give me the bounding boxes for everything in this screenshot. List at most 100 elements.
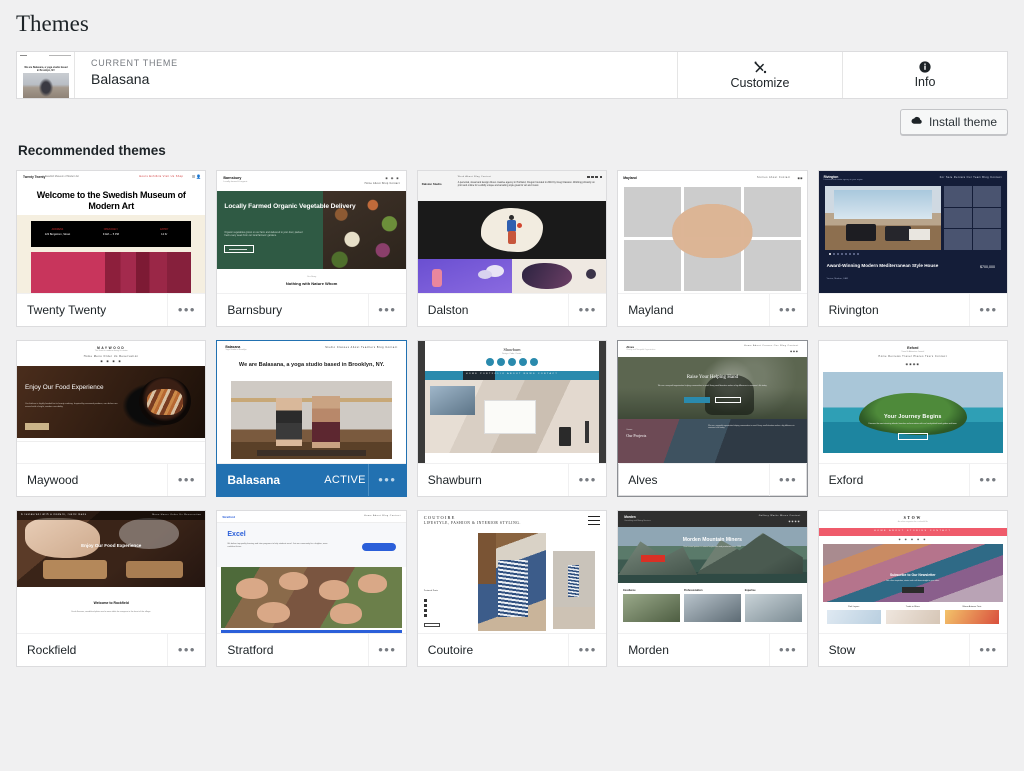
- theme-card-barnsbury[interactable]: Barnsbury Locally farmed & organic ◉ ◉ ◉…: [216, 170, 406, 327]
- preview-headline: Enjoy Our Food Experience: [25, 384, 129, 392]
- preview-tagline: Design. Code. Create.: [425, 353, 599, 355]
- theme-card-exford[interactable]: Exford Travel & Adventure Journal Home R…: [818, 340, 1008, 497]
- theme-actions-button[interactable]: •••: [167, 294, 205, 326]
- theme-actions-button[interactable]: •••: [969, 464, 1007, 496]
- preview-headline: Raise Your Helping Hand: [618, 375, 806, 380]
- preview-social-icons: [424, 599, 427, 619]
- info-button-label: Info: [915, 75, 936, 89]
- preview-tagline: An online magazine for a colourful life: [819, 521, 1007, 523]
- theme-screenshot: Barnsbury Locally farmed & organic ◉ ◉ ◉…: [217, 171, 405, 294]
- preview-logo: Shawburn: [425, 347, 599, 352]
- preview-body: Get colour inspiration, stories and craf…: [839, 580, 987, 582]
- current-theme-screenshot-headline: We are Balasana, a yoga studio based in …: [23, 66, 69, 72]
- page-title: Themes: [16, 0, 1008, 51]
- preview-body: We are a nonprofit organization helping …: [640, 385, 784, 388]
- theme-card-shawburn[interactable]: Shawburn Design. Code. Create. HOME PORT…: [417, 340, 607, 497]
- theme-card-stratford[interactable]: Stratford Home About Blog Contact Excel …: [216, 510, 406, 667]
- theme-footer: Barnsbury •••: [217, 294, 405, 326]
- preview-tagline: Consulting and Mining Services: [624, 520, 650, 522]
- preview-body: Our kitchen is highly lauded for its hea…: [25, 403, 119, 409]
- preview-logo: Stratford: [222, 515, 235, 519]
- theme-grid: Twenty Twenty Swedish Museum of Modern A…: [16, 170, 1008, 667]
- preview-social-icons: [425, 358, 599, 366]
- theme-screenshot: A restaurant with a modern, rustic menu …: [17, 511, 205, 634]
- preview-menu: Gallery Works Mines Contact: [759, 515, 801, 517]
- theme-actions-button[interactable]: •••: [167, 464, 205, 496]
- preview-footer-label: Our Story: [217, 276, 405, 278]
- preview-column-title: Warm Autumn Tints: [945, 606, 999, 608]
- theme-card-maywood[interactable]: MAYWOOD The finest in modern dining & cu…: [16, 340, 206, 497]
- preview-headline: Locally Farmed Organic Vegetable Deliver…: [224, 203, 405, 211]
- theme-actions-button[interactable]: •••: [969, 634, 1007, 666]
- theme-card-rockfield[interactable]: A restaurant with a modern, rustic menu …: [16, 510, 206, 667]
- theme-card-rivington[interactable]: Rivington Licensed real estate agency in…: [818, 170, 1008, 327]
- current-theme-actions: Customize Info: [677, 52, 1007, 98]
- theme-card-twenty-twenty[interactable]: Twenty Twenty Swedish Museum of Modern A…: [16, 170, 206, 327]
- preview-column-title: Trade in Blues: [886, 606, 940, 608]
- theme-screenshot: Dalston Studio Work About Blog Contact A…: [418, 171, 606, 294]
- preview-tagline: Locally farmed & organic: [223, 181, 247, 183]
- customize-button[interactable]: Customize: [677, 52, 842, 98]
- preview-tagline: Travel & Adventure Journal: [819, 351, 1007, 353]
- preview-button: [224, 245, 254, 253]
- theme-footer: Coutoire •••: [418, 634, 606, 666]
- theme-actions-button[interactable]: •••: [769, 464, 807, 496]
- preview-headline: Excel: [227, 531, 245, 538]
- current-theme-screenshot[interactable]: We are Balasana, a yoga studio based in …: [17, 52, 75, 98]
- theme-actions-button[interactable]: •••: [568, 634, 606, 666]
- theme-screenshot: Twenty Twenty Swedish Museum of Modern A…: [17, 171, 205, 294]
- preview-icons: [587, 176, 602, 179]
- theme-name: Balasana: [227, 473, 324, 487]
- theme-card-mayland[interactable]: Mayland Stories About Contact ◉◉ Mayland…: [617, 170, 807, 327]
- preview-logo: Exford: [819, 346, 1007, 350]
- theme-actions-button[interactable]: •••: [568, 464, 606, 496]
- preview-menu: Hours Exhibits Visit Us Shop: [139, 175, 183, 178]
- theme-actions-button[interactable]: •••: [769, 294, 807, 326]
- preview-button: [362, 543, 396, 551]
- theme-card-stow[interactable]: STOW An online magazine for a colourful …: [818, 510, 1008, 667]
- preview-headline: Morden Mountain Miners: [618, 537, 806, 543]
- theme-screenshot: Stratford Home About Blog Contact Excel …: [217, 511, 405, 634]
- preview-icons: ☰ 👤: [192, 174, 202, 179]
- preview-button: [898, 433, 928, 440]
- theme-actions-button[interactable]: •••: [769, 634, 807, 666]
- install-theme-button[interactable]: Install theme: [900, 109, 1008, 135]
- preview-body: Your trusted partner in mineral explorat…: [638, 546, 786, 548]
- preview-menu: Home About Blog Contact: [364, 515, 401, 517]
- theme-card-morden[interactable]: Morden Consulting and Mining Services Ga…: [617, 510, 807, 667]
- current-theme-name: Balasana: [91, 70, 677, 89]
- theme-card-balasana[interactable]: Balasana Yoga Studio in Brooklyn Studio …: [216, 340, 406, 497]
- preview-social-icons: ◉◉: [797, 176, 802, 180]
- info-button[interactable]: Info: [842, 52, 1007, 98]
- preview-button: [25, 423, 49, 430]
- active-badge: ACTIVE: [324, 474, 366, 486]
- preview-button: [902, 587, 924, 593]
- preview-price: $700,000: [980, 265, 995, 269]
- install-theme-row: Install theme: [16, 99, 1008, 143]
- theme-actions-button[interactable]: •••: [568, 294, 606, 326]
- theme-actions-button[interactable]: •••: [969, 294, 1007, 326]
- preview-column-title: Professionalism: [684, 589, 741, 592]
- preview-logo: STOW: [819, 515, 1007, 520]
- theme-actions-button[interactable]: •••: [368, 634, 406, 666]
- preview-social-icons: ◉◉◉◉: [819, 362, 1007, 366]
- theme-card-coutoire[interactable]: COUTOIRE LIFESTYLE, FASHION & INTERIOR S…: [417, 510, 607, 667]
- theme-footer: Rivington •••: [819, 294, 1007, 326]
- theme-footer: Dalston •••: [418, 294, 606, 326]
- theme-footer: Twenty Twenty •••: [17, 294, 205, 326]
- preview-logo: Morden: [624, 515, 636, 519]
- preview-menu: HOME ABOUT STORIES CONTACT: [819, 530, 1007, 532]
- theme-actions-button[interactable]: •••: [368, 464, 406, 496]
- theme-actions-button[interactable]: •••: [368, 294, 406, 326]
- preview-footer-headline: Nothing with Nature Whom: [217, 281, 405, 286]
- preview-panel-value: 123 Bergstrom, Street: [31, 233, 84, 236]
- theme-card-alves[interactable]: Alves Charity and Nonprofit Organization…: [617, 340, 807, 497]
- theme-card-dalston[interactable]: Dalston Studio Work About Blog Contact A…: [417, 170, 607, 327]
- preview-tagline: Yoga Studio in Brooklyn: [225, 349, 246, 351]
- theme-footer: Balasana ACTIVE •••: [217, 464, 405, 496]
- preview-tagline: Swedish Museum of Modern Art: [45, 175, 79, 178]
- theme-actions-button[interactable]: •••: [167, 634, 205, 666]
- preview-secondary-button: [715, 397, 741, 403]
- preview-menu: Home About Shop Contact: [365, 182, 400, 185]
- preview-menu: Home Reviews Travel Places Tours Contact: [819, 356, 1007, 358]
